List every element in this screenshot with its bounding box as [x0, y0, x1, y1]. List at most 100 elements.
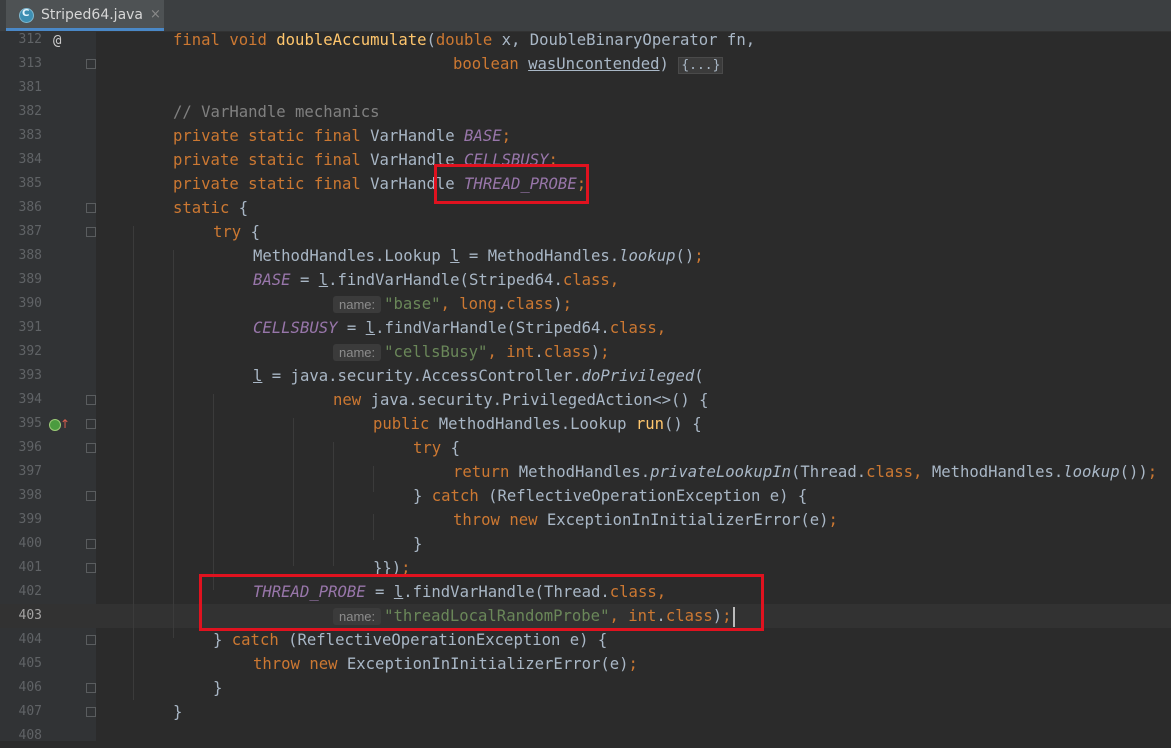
line-number[interactable]: 395 [0, 412, 42, 436]
line-number[interactable]: 405 [0, 652, 42, 676]
code-line-312[interactable]: 312 final void doubleAccumulate(double x,… [0, 28, 1171, 52]
fold-toggle-icon[interactable] [86, 635, 96, 645]
code-text[interactable]: } [213, 676, 222, 700]
line-number[interactable]: 388 [0, 244, 42, 268]
code-line-389[interactable]: 389 BASE = l.findVarHandle(Striped64.clas… [0, 268, 1171, 292]
code-text[interactable]: private static final VarHandle BASE; [173, 124, 511, 148]
fold-toggle-icon[interactable] [86, 443, 96, 453]
code-text[interactable]: BASE = l.findVarHandle(Striped64.class, [253, 268, 619, 292]
code-line-406[interactable]: 406} [0, 676, 1171, 700]
line-number[interactable]: 408 [0, 724, 42, 748]
code-token: } [413, 535, 423, 553]
code-line-383[interactable]: 383 private static final VarHandle BASE; [0, 124, 1171, 148]
code-text[interactable]: throw new ExceptionInInitializerError(e)… [453, 508, 838, 532]
code-line-381[interactable]: 381 [0, 76, 1171, 100]
line-number[interactable]: 384 [0, 148, 42, 172]
code-line-404[interactable]: 404 } catch (ReflectiveOperationException… [0, 628, 1171, 652]
code-line-390[interactable]: 390 name: "base", long.class); [0, 292, 1171, 316]
fold-toggle-icon[interactable] [86, 419, 96, 429]
code-line-394[interactable]: 394 new java.security.PrivilegedAction<>(… [0, 388, 1171, 412]
line-number[interactable]: 385 [0, 172, 42, 196]
code-text[interactable]: } catch (ReflectiveOperationException e)… [213, 628, 607, 652]
code-line-398[interactable]: 398 } catch (ReflectiveOperationException… [0, 484, 1171, 508]
fold-toggle-icon[interactable] [86, 491, 96, 501]
line-number[interactable]: 392 [0, 340, 42, 364]
line-number[interactable]: 402 [0, 580, 42, 604]
code-text[interactable]: // VarHandle mechanics [173, 100, 380, 124]
fold-toggle-icon[interactable] [86, 707, 96, 717]
code-line-399[interactable]: 399 throw new ExceptionInInitializerError… [0, 508, 1171, 532]
code-text[interactable]: try { [413, 436, 460, 460]
indent-guide [133, 226, 134, 700]
code-line-388[interactable]: 388 MethodHandles.Lookup l = MethodHandle… [0, 244, 1171, 268]
fold-toggle-icon[interactable] [86, 563, 96, 573]
code-text[interactable]: MethodHandles.Lookup l = MethodHandles.l… [253, 244, 704, 268]
fold-toggle-icon[interactable] [86, 683, 96, 693]
folded-code-block[interactable]: {...} [678, 57, 724, 74]
code-text[interactable]: final void doubleAccumulate(double x, Do… [173, 28, 755, 52]
line-number[interactable]: 396 [0, 436, 42, 460]
line-number[interactable]: 401 [0, 556, 42, 580]
code-token: private static final [173, 151, 371, 169]
code-line-405[interactable]: 405 throw new ExceptionInInitializerError… [0, 652, 1171, 676]
code-text[interactable]: name: "base", long.class); [333, 292, 572, 316]
tab-striped64-java[interactable]: C Striped64.java × [6, 0, 164, 31]
code-line-395[interactable]: 395 public MethodHandles.Lookup run() { [0, 412, 1171, 436]
line-number[interactable]: 381 [0, 76, 42, 100]
code-line-407[interactable]: 407} [0, 700, 1171, 724]
code-token: privateLookupIn [650, 463, 791, 481]
indent-guide [293, 418, 294, 566]
line-number[interactable]: 404 [0, 628, 42, 652]
code-text[interactable]: static { [173, 196, 248, 220]
line-number[interactable]: 391 [0, 316, 42, 340]
line-number[interactable]: 383 [0, 124, 42, 148]
code-text[interactable]: new java.security.PrivilegedAction<>() { [333, 388, 709, 412]
code-text[interactable]: CELLSBUSY = l.findVarHandle(Striped64.cl… [253, 316, 666, 340]
code-text[interactable]: try { [213, 220, 260, 244]
fold-toggle-icon[interactable] [86, 203, 96, 213]
fold-toggle-icon[interactable] [86, 395, 96, 405]
fold-toggle-icon[interactable] [86, 539, 96, 549]
code-text[interactable]: name: "cellsBusy", int.class); [333, 340, 610, 364]
code-token: catch [431, 487, 489, 505]
fold-toggle-icon[interactable] [86, 59, 96, 69]
code-text[interactable]: throw new ExceptionInInitializerError(e)… [253, 652, 638, 676]
code-token: ; [501, 127, 511, 145]
line-number[interactable]: 398 [0, 484, 42, 508]
code-text[interactable]: } catch (ReflectiveOperationException e)… [413, 484, 807, 508]
code-line-396[interactable]: 396 try { [0, 436, 1171, 460]
line-number[interactable]: 399 [0, 508, 42, 532]
code-text[interactable]: public MethodHandles.Lookup run() { [373, 412, 702, 436]
code-line-408[interactable]: 408 [0, 724, 1171, 748]
line-number[interactable]: 397 [0, 460, 42, 484]
line-number[interactable]: 390 [0, 292, 42, 316]
line-number[interactable]: 386 [0, 196, 42, 220]
code-line-392[interactable]: 392 name: "cellsBusy", int.class); [0, 340, 1171, 364]
code-line-382[interactable]: 382 // VarHandle mechanics [0, 100, 1171, 124]
code-text[interactable]: return MethodHandles.privateLookupIn(Thr… [453, 460, 1157, 484]
code-text[interactable]: boolean wasUncontended) {...} [453, 52, 724, 78]
line-number[interactable]: 394 [0, 388, 42, 412]
line-number[interactable]: 312 [0, 28, 42, 52]
line-number[interactable]: 393 [0, 364, 42, 388]
code-text[interactable]: l = java.security.AccessController.doPri… [253, 364, 704, 388]
close-tab-icon[interactable]: × [150, 7, 161, 22]
code-line-397[interactable]: 397 return MethodHandles.privateLookupIn(… [0, 460, 1171, 484]
line-number[interactable]: 400 [0, 532, 42, 556]
code-text[interactable]: } [413, 532, 422, 556]
line-number[interactable]: 313 [0, 52, 42, 76]
line-number[interactable]: 382 [0, 100, 42, 124]
line-number[interactable]: 406 [0, 676, 42, 700]
fold-toggle-icon[interactable] [86, 227, 96, 237]
code-line-391[interactable]: 391 CELLSBUSY = l.findVarHandle(Striped64… [0, 316, 1171, 340]
code-line-387[interactable]: 387 try { [0, 220, 1171, 244]
line-number[interactable]: 389 [0, 268, 42, 292]
code-line-400[interactable]: 400} [0, 532, 1171, 556]
line-number[interactable]: 403 [0, 604, 42, 628]
line-number[interactable]: 387 [0, 220, 42, 244]
code-text[interactable]: } [173, 700, 182, 724]
code-line-393[interactable]: 393 l = java.security.AccessController.do… [0, 364, 1171, 388]
code-line-313[interactable]: 313 boolean wasUncontended) {...} [0, 52, 1171, 76]
code-token: BASE [253, 271, 291, 289]
line-number[interactable]: 407 [0, 700, 42, 724]
